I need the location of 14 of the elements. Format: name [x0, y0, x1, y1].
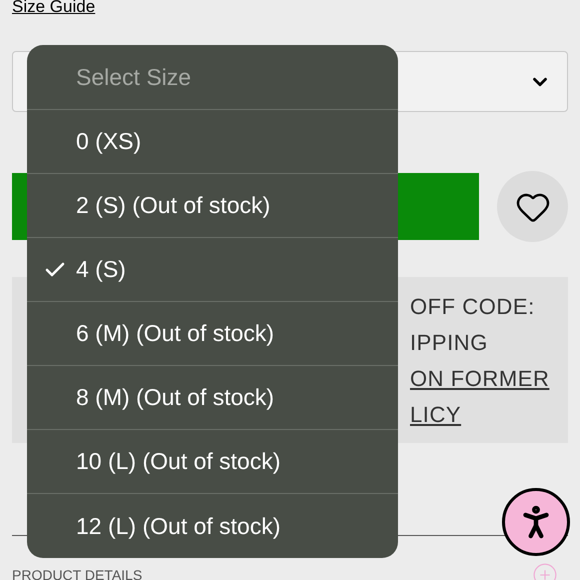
size-option[interactable]: 10 (L) (Out of stock)	[27, 430, 398, 494]
size-option[interactable]: 4 (S)	[27, 238, 398, 302]
size-option[interactable]: 2 (S) (Out of stock)	[27, 174, 398, 238]
size-option[interactable]: 8 (M) (Out of stock)	[27, 366, 398, 430]
size-option[interactable]: 6 (M) (Out of stock)	[27, 302, 398, 366]
product-details-heading: PRODUCT DETAILS	[12, 568, 142, 580]
size-option[interactable]: 0 (XS)	[27, 110, 398, 174]
promo-text: OFF CODE:	[410, 293, 535, 321]
menu-header: Select Size	[76, 62, 192, 92]
promo-text: IPPING	[410, 329, 488, 357]
size-guide-link[interactable]: Size Guide	[12, 0, 96, 16]
promo-link[interactable]: ON FORMER	[410, 361, 550, 397]
size-option[interactable]: 12 (L) (Out of stock)	[27, 494, 398, 558]
promo-link[interactable]: LICY	[410, 397, 462, 433]
